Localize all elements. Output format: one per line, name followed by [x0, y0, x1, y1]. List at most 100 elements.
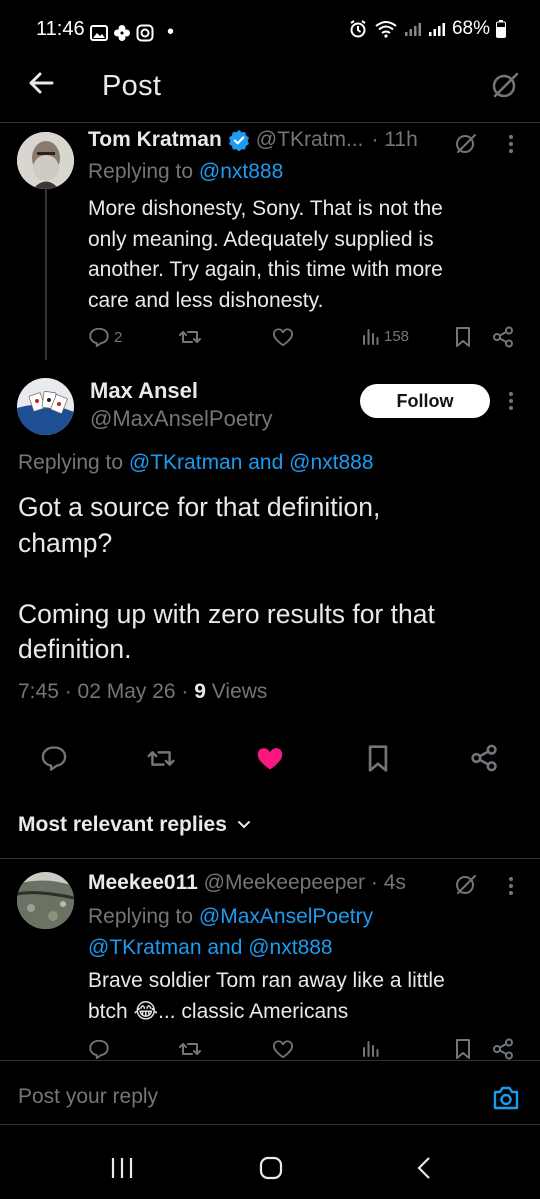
mention-link[interactable]: @nxt888 [248, 936, 332, 959]
instagram-icon [136, 24, 154, 41]
tweet-text: Got a source for that definition, champ?… [18, 490, 435, 668]
avatar[interactable] [17, 132, 74, 189]
wifi-icon [375, 21, 397, 38]
notification-icons: • [90, 21, 174, 44]
recent-apps-icon[interactable] [110, 1157, 134, 1179]
avatar-max-ansel [17, 378, 74, 435]
mention-link[interactable]: @nxt888 [199, 160, 283, 183]
bookmark-icon[interactable] [455, 1038, 471, 1060]
follow-button[interactable]: Follow [360, 384, 490, 418]
tweet-text-line: only meaning. Adequately supplied is [88, 227, 434, 251]
replying-to: Replying to @TKratman and @nxt888 [18, 451, 374, 475]
tweet-time: · 4s [370, 871, 406, 894]
share-icon[interactable] [492, 1038, 514, 1060]
tweet-text-blank [18, 561, 435, 597]
signal-icon [404, 23, 421, 36]
header-divider [0, 122, 540, 123]
mention-and: and [201, 935, 249, 959]
tweet-text-line: More dishonesty, Sony. That is not the [88, 197, 443, 220]
views-count: 158 [384, 327, 410, 345]
replying-label: Replying to [88, 905, 199, 928]
compose-divider [0, 1124, 540, 1125]
replying-label: Replying to [88, 160, 199, 183]
tweet-text-segment: ... classic Americans [158, 999, 349, 1023]
mention-and: and [242, 451, 290, 474]
nav-back-icon[interactable] [416, 1156, 432, 1180]
avatar[interactable] [17, 378, 74, 435]
more-options-icon[interactable] [508, 391, 514, 411]
views-button[interactable]: 158 [362, 327, 409, 345]
reply-button[interactable]: 2 [88, 326, 122, 348]
views-icon[interactable] [362, 1039, 380, 1057]
gallery-icon [90, 24, 108, 41]
retweet-icon[interactable] [146, 745, 176, 772]
author-name[interactable]: Max Ansel [90, 378, 198, 404]
verified-badge-icon [228, 130, 249, 151]
more-options-icon[interactable] [508, 134, 514, 154]
avatar-tom-kratman [17, 132, 74, 189]
tweet-time: · 11h [371, 128, 418, 151]
mention-link[interactable]: @nxt888 [289, 451, 373, 474]
mention-link[interactable]: @TKratman [129, 451, 243, 474]
battery-icon [496, 20, 506, 38]
grok-icon[interactable] [454, 872, 478, 896]
like-icon[interactable] [272, 1039, 294, 1059]
author-handle[interactable]: @TKratm... [256, 128, 364, 152]
mention-link[interactable]: @MaxAnselPoetry [199, 905, 373, 928]
author-name[interactable]: Meekee011 [88, 871, 198, 894]
reply-icon [89, 327, 109, 348]
tweet-text-line: Brave soldier Tom ran away like a little [88, 969, 445, 992]
tweet-text-line: definition. [18, 634, 132, 664]
page-title: Post [102, 70, 162, 102]
back-arrow-icon[interactable] [24, 66, 58, 100]
more-options-icon[interactable] [508, 876, 514, 896]
status-bar: 11:46 • 68% [0, 0, 540, 62]
status-right: 68% [348, 18, 506, 40]
section-divider [0, 858, 540, 859]
author-name[interactable]: Tom Kratman [88, 128, 222, 152]
avatar[interactable] [17, 872, 74, 929]
pinwheel-icon [114, 24, 130, 41]
views-icon [363, 329, 379, 345]
signal-icon-2 [428, 23, 445, 36]
tweet-text-line: Coming up with zero results for that [18, 598, 435, 629]
share-icon[interactable] [492, 326, 514, 348]
replies-sort-dropdown[interactable]: Most relevant replies [18, 813, 251, 837]
retweet-icon[interactable] [178, 326, 202, 348]
battery-percent: 68% [451, 18, 490, 39]
views-count: 9 [194, 680, 206, 703]
tweet-text: Brave soldier Tom ran away like a little… [88, 966, 445, 1027]
avatar-meekee011 [17, 872, 74, 929]
author-handle[interactable]: @MaxAnselPoetry [90, 406, 273, 432]
like-icon[interactable] [272, 327, 294, 347]
grok-icon[interactable] [490, 70, 520, 100]
tweet-text-segment: btch [88, 999, 134, 1023]
reply-icon[interactable] [40, 744, 68, 772]
system-nav-bar [0, 1136, 540, 1199]
bookmark-icon[interactable] [367, 744, 389, 773]
mention-link[interactable]: @TKratman [88, 936, 202, 959]
share-icon[interactable] [470, 744, 498, 772]
like-icon-filled[interactable] [255, 745, 285, 772]
home-icon[interactable] [259, 1156, 283, 1180]
grok-icon[interactable] [454, 131, 478, 155]
bookmark-icon[interactable] [455, 326, 471, 348]
views-label: Views [205, 680, 268, 703]
retweet-icon[interactable] [178, 1038, 202, 1060]
replying-to: Replying to @MaxAnselPoetry @TKratman an… [88, 902, 373, 963]
camera-icon[interactable] [492, 1085, 520, 1111]
tweet-text-line: champ? [18, 527, 113, 558]
replying-label: Replying to [18, 451, 129, 474]
reply-icon[interactable] [88, 1038, 110, 1060]
replies-sort-label: Most relevant replies [18, 813, 227, 836]
reply-count: 2 [114, 328, 123, 346]
tweet-timestamp[interactable]: 7:45 · 02 May 26 · [18, 680, 194, 703]
tweet-meta: 7:45 · 02 May 26 · 9 Views [18, 680, 267, 704]
reply-tweet-header: Meekee011 @Meekeepeeper · 4s [88, 871, 406, 895]
status-time: 11:46 [36, 18, 85, 40]
tweet-text-line: Got a source for that definition, [18, 492, 381, 522]
tweet-text: More dishonesty, Sony. That is not the o… [88, 194, 443, 316]
chevron-down-icon [237, 821, 250, 829]
reply-input[interactable]: Post your reply [18, 1085, 158, 1109]
author-handle[interactable]: @Meekeepeeper [204, 871, 365, 894]
